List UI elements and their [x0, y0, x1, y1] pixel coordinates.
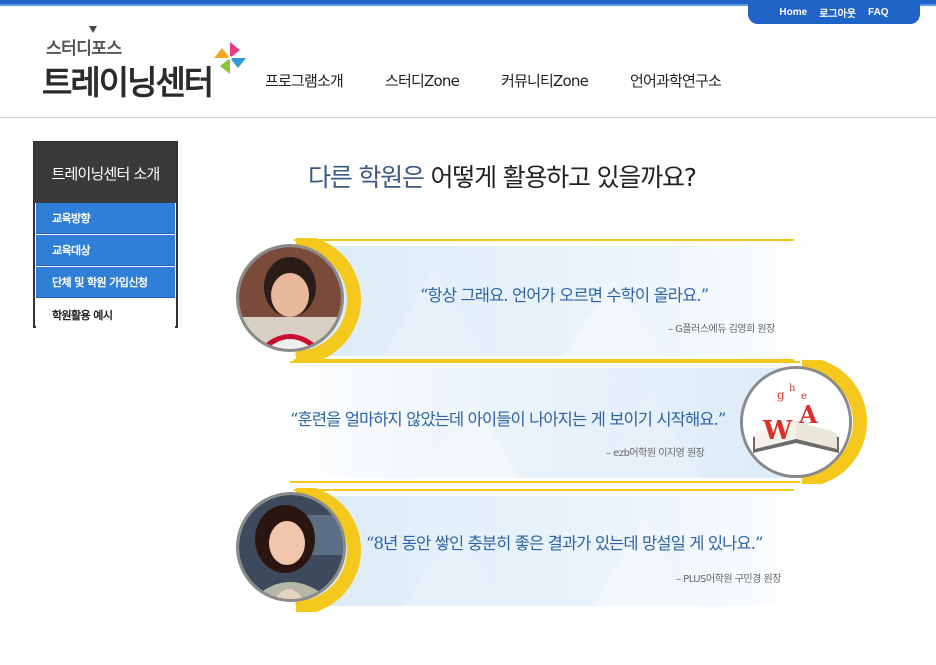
- gnb-study-zone[interactable]: 스터디Zone: [385, 70, 460, 91]
- avatar: [236, 244, 344, 352]
- svg-text:A: A: [798, 400, 818, 429]
- svg-text:h: h: [789, 383, 796, 394]
- logo-title: 트레이닝센터: [42, 63, 214, 102]
- person-photo-icon: [239, 247, 341, 349]
- page-headline: 다른 학원은 어떻게 활용하고 있을까요?: [308, 158, 697, 194]
- logo-pin-mark: [89, 26, 97, 33]
- person-photo-icon: [239, 495, 343, 599]
- global-nav: 프로그램소개 스터디Zone 커뮤니티Zone 언어과학연구소: [265, 70, 722, 91]
- testimonial-quote: “항상 그래요. 언어가 오르면 수학이 올라요.”: [420, 286, 709, 305]
- side-menu-title: 트레이닝센터 소개: [35, 143, 176, 203]
- svg-text:e: e: [801, 391, 807, 402]
- gnb-program-intro[interactable]: 프로그램소개: [265, 70, 344, 91]
- testimonial-card: “항상 그래요. 언어가 오르면 수학이 올라요.” – G플러스에듀 김영희 …: [234, 238, 814, 362]
- side-menu: 트레이닝센터 소개 교육방향 교육대상 단체 및 학원 가입신청 학원활용 예시: [33, 141, 178, 330]
- svg-text:g: g: [777, 388, 785, 402]
- testimonial-quote: “훈련을 얼마하지 않았는데 아이들이 나아지는 게 보이기 시작해요.”: [290, 410, 726, 429]
- testimonial-source: – G플러스에듀 김영희 원장: [668, 324, 775, 335]
- headline-highlight: 다른 학원은: [308, 163, 425, 192]
- site-logo[interactable]: 스터디포스 트레이닝센터: [42, 26, 252, 112]
- svg-text:W: W: [762, 416, 793, 446]
- testimonial-card: “8년 동안 쌓인 충분히 좋은 결과가 있는데 망설일 게 있나요.” – P…: [234, 488, 814, 612]
- side-menu-item-education-target[interactable]: 교육대상: [36, 235, 175, 266]
- pinwheel-icon: [214, 42, 246, 74]
- testimonial-source: – ezb어학원 이지영 원장: [606, 448, 705, 459]
- testimonial-card: W A g h e “훈련을 얼마하지 않았는데 아이들이 나아지는 게 보이기…: [280, 360, 870, 484]
- avatar: [236, 492, 346, 602]
- side-menu-item-education-direction[interactable]: 교육방향: [36, 203, 175, 234]
- side-menu-item-group-signup[interactable]: 단체 및 학원 가입신청: [36, 267, 175, 298]
- open-book-icon: W A g h e: [743, 369, 849, 475]
- testimonial-quote: “8년 동안 쌓인 충분히 좋은 결과가 있는데 망설일 게 있나요.”: [366, 534, 763, 553]
- side-menu-item-academy-examples[interactable]: 학원활용 예시: [36, 299, 175, 330]
- gnb-language-lab[interactable]: 언어과학연구소: [630, 70, 722, 91]
- site-header: 스터디포스 트레이닝센터 프로그램소개 스터디Zone 커뮤니티Zone 언어과…: [0, 8, 936, 118]
- testimonial-source: – PLUS어학원 구민경 원장: [676, 574, 781, 585]
- headline-rest: 어떻게 활용하고 있을까요?: [423, 163, 697, 192]
- gnb-community-zone[interactable]: 커뮤니티Zone: [501, 70, 589, 91]
- book-illustration: W A g h e: [740, 366, 852, 478]
